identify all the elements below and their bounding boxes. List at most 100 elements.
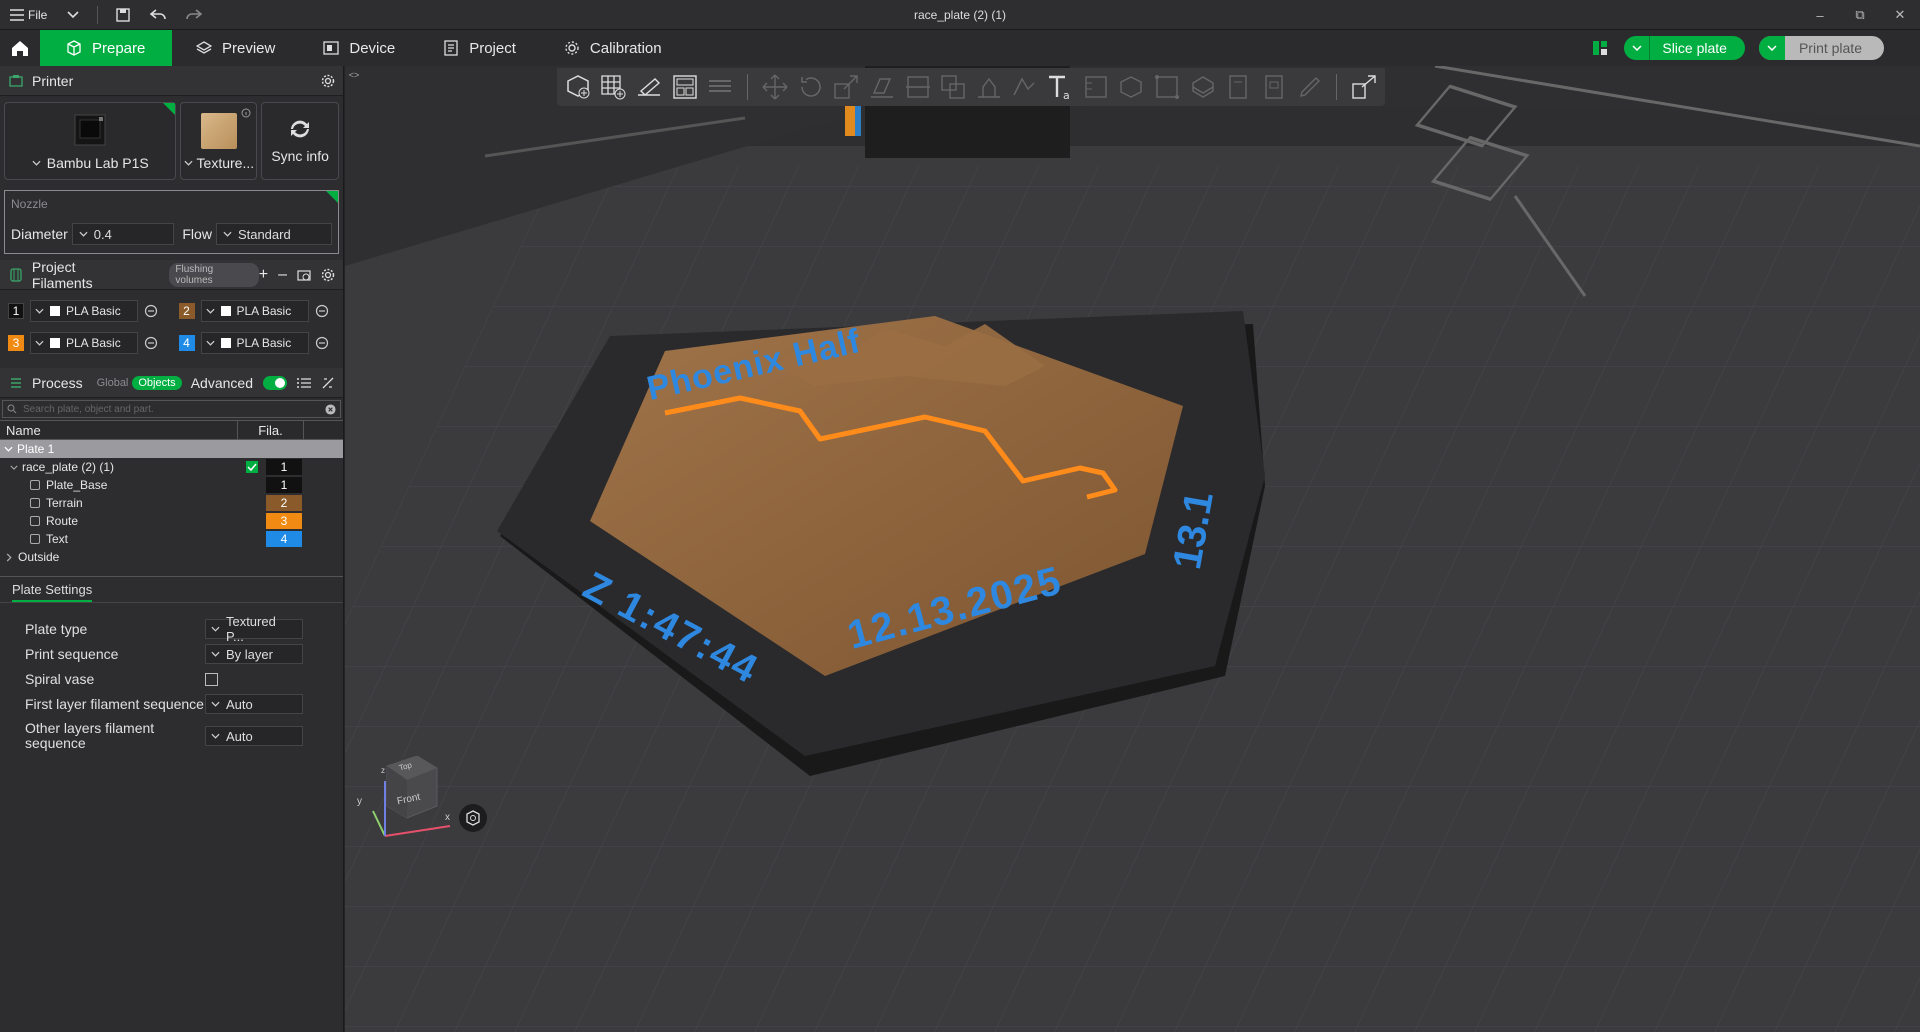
remove-circle-icon[interactable] xyxy=(315,336,329,350)
sync-filament-icon[interactable] xyxy=(297,268,311,282)
undo-button[interactable] xyxy=(140,0,176,30)
filament-select[interactable]: PLA Basic xyxy=(200,300,309,322)
emboss-tool[interactable] xyxy=(1152,72,1182,102)
flushing-volumes-button[interactable]: Flushing volumes xyxy=(169,262,259,287)
reset-view-button[interactable] xyxy=(459,804,487,832)
scale-tool[interactable] xyxy=(831,72,861,102)
advanced-label: Advanced xyxy=(190,374,253,391)
remove-circle-icon[interactable] xyxy=(144,336,158,350)
home-button[interactable] xyxy=(0,30,40,66)
slice-plate-button[interactable]: Slice plate xyxy=(1624,36,1745,60)
minimize-button[interactable]: – xyxy=(1800,0,1840,30)
add-cube-icon xyxy=(567,75,590,99)
part-row[interactable]: Text 4 xyxy=(0,530,343,548)
rotate-tool[interactable] xyxy=(796,72,826,102)
restore-button[interactable]: ⧉ xyxy=(1840,0,1880,30)
part-row[interactable]: Terrain 2 xyxy=(0,494,343,512)
boolean-tool[interactable] xyxy=(938,72,968,102)
text-tool[interactable]: a xyxy=(1045,72,1075,102)
plate-type-select[interactable]: Textured P... xyxy=(205,614,303,644)
filament-select[interactable]: PLA Basic xyxy=(30,300,138,322)
filament-badge[interactable]: 1 xyxy=(266,459,302,475)
add-filament-button[interactable]: + xyxy=(259,266,268,284)
file-dropdown[interactable] xyxy=(57,0,89,30)
chevron-right-icon[interactable] xyxy=(6,552,12,562)
list-icon[interactable] xyxy=(297,377,311,389)
tab-project[interactable]: Project xyxy=(419,30,540,66)
spiral-vase-checkbox[interactable] xyxy=(205,672,218,686)
plate-type-card[interactable]: Texture... xyxy=(180,102,258,180)
print-dropdown[interactable] xyxy=(1758,36,1785,60)
file-menu[interactable]: File xyxy=(0,0,57,30)
measure-tool[interactable] xyxy=(1081,72,1111,102)
split-button[interactable] xyxy=(706,72,736,102)
filament-select[interactable]: PLA Basic xyxy=(30,332,138,354)
3d-viewport[interactable]: Phoenix Half 13.1 Z 1:47:44 12.13.2025 <… xyxy=(345,66,1920,1032)
redo-button[interactable] xyxy=(176,0,212,30)
cut-tool[interactable] xyxy=(903,72,933,102)
diameter-select[interactable]: 0.4 xyxy=(71,223,175,245)
chevron-down-icon[interactable] xyxy=(10,465,18,470)
paint-tool[interactable] xyxy=(1259,72,1289,102)
checkbox-checked-icon[interactable] xyxy=(246,461,258,473)
sync-info-button[interactable]: Sync info xyxy=(261,102,339,180)
clear-icon[interactable] xyxy=(325,403,336,415)
arrange-button[interactable] xyxy=(670,72,700,102)
add-plate-button[interactable] xyxy=(599,72,629,102)
collapse-sidebar-button[interactable]: <> xyxy=(347,68,361,82)
global-tab[interactable]: Global xyxy=(97,377,129,389)
object-search-box[interactable]: Search plate, object and part. xyxy=(2,400,341,418)
auto-orient-button[interactable] xyxy=(634,72,664,102)
plate-layout-button[interactable] xyxy=(1590,38,1610,58)
tab-device[interactable]: Device xyxy=(299,30,419,66)
filament-number[interactable]: 3 xyxy=(8,335,24,351)
filament-badge[interactable]: 2 xyxy=(266,495,302,511)
gear-icon[interactable] xyxy=(321,268,335,282)
plate-settings-tab[interactable]: Plate Settings xyxy=(12,582,93,602)
print-sequence-select[interactable]: By layer xyxy=(205,644,303,664)
plate-row[interactable]: Plate 1 xyxy=(0,440,343,458)
explode-view-tool[interactable] xyxy=(1349,72,1379,102)
brush-tool[interactable] xyxy=(1295,72,1325,102)
part-row[interactable]: Plate_Base 1 xyxy=(0,476,343,494)
seam-paint-tool[interactable] xyxy=(1010,72,1040,102)
remove-circle-icon[interactable] xyxy=(144,304,158,318)
filament-badge[interactable]: 4 xyxy=(266,531,302,547)
name-column-header[interactable]: Name xyxy=(0,420,238,440)
filament-number[interactable]: 4 xyxy=(178,335,195,351)
object-row[interactable]: race_plate (2) (1) 1 xyxy=(0,458,343,476)
tab-calibration[interactable]: Calibration xyxy=(540,30,686,66)
remove-circle-icon[interactable] xyxy=(315,304,329,318)
advanced-toggle[interactable] xyxy=(263,375,287,390)
printer-settings-button[interactable] xyxy=(321,74,335,88)
filament-number[interactable]: 2 xyxy=(178,303,195,319)
printer-select-card[interactable]: Bambu Lab P1S xyxy=(4,102,177,180)
variable-layer-tool[interactable] xyxy=(1224,72,1254,102)
fila-column-header[interactable]: Fila. xyxy=(238,420,304,440)
outside-row[interactable]: Outside xyxy=(0,548,343,566)
slice-dropdown[interactable] xyxy=(1624,36,1651,60)
remove-filament-button[interactable]: – xyxy=(278,266,287,284)
mesh-boolean-tool[interactable] xyxy=(1188,72,1218,102)
filament-number[interactable]: 1 xyxy=(8,303,24,319)
assembly-tool[interactable] xyxy=(1117,72,1147,102)
save-button[interactable] xyxy=(106,0,140,30)
other-layers-sequence-select[interactable]: Auto xyxy=(205,726,303,746)
filament-badge[interactable]: 3 xyxy=(266,513,302,529)
first-layer-sequence-select[interactable]: Auto xyxy=(205,694,303,714)
flow-select[interactable]: Standard xyxy=(215,223,332,245)
add-object-button[interactable] xyxy=(563,72,593,102)
close-button[interactable]: ✕ xyxy=(1880,0,1920,30)
objects-tab[interactable]: Objects xyxy=(132,375,182,390)
chevron-down-icon[interactable] xyxy=(4,446,13,452)
print-plate-button[interactable]: Print plate xyxy=(1758,36,1884,60)
part-row[interactable]: Route 3 xyxy=(0,512,343,530)
filament-select[interactable]: PLA Basic xyxy=(200,332,309,354)
compare-icon[interactable] xyxy=(321,376,335,390)
lay-on-face-tool[interactable] xyxy=(867,72,897,102)
tab-prepare[interactable]: Prepare xyxy=(40,30,172,66)
move-tool[interactable] xyxy=(760,72,790,102)
filament-badge[interactable]: 1 xyxy=(266,477,302,493)
tab-preview[interactable]: Preview xyxy=(172,30,299,66)
support-paint-tool[interactable] xyxy=(974,72,1004,102)
